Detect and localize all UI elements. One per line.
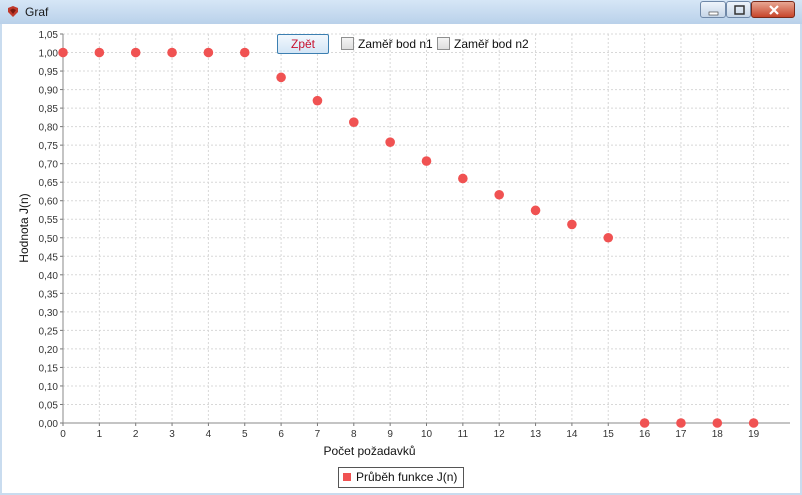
data-point — [748, 418, 759, 428]
y-tick-label: 0,15 — [39, 363, 59, 374]
y-tick-label: 0,50 — [39, 234, 59, 245]
x-axis-label: Počet požadavků — [323, 444, 415, 458]
data-point — [567, 219, 577, 230]
x-tick-label: 18 — [712, 429, 724, 440]
x-tick-label: 10 — [421, 429, 433, 440]
y-tick-label: 0,05 — [39, 400, 59, 411]
x-tick-label: 11 — [458, 429, 469, 440]
y-tick-label: 0,75 — [39, 141, 59, 152]
checkbox-n2-box[interactable] — [437, 37, 450, 50]
x-tick-label: 15 — [603, 429, 615, 440]
data-point — [349, 117, 359, 127]
data-point — [421, 156, 432, 166]
graph-window: Graf 0,00 0,05 0,10 0,15 0,20 0,25 0,30 0,35 0,4… — [0, 0, 802, 495]
data-point — [676, 418, 686, 428]
data-point — [603, 232, 614, 243]
y-tick-label: 0,25 — [39, 326, 59, 337]
data-point — [203, 47, 214, 58]
y-tick-label: 1,05 — [39, 30, 59, 41]
x-tick-label: 6 — [278, 429, 284, 440]
data-point — [167, 47, 177, 58]
x-tick-label: 1 — [97, 429, 103, 440]
x-tick-label: 13 — [530, 429, 542, 440]
y-tick-label: 0,10 — [39, 382, 59, 393]
y-tick-label: 0,85 — [39, 104, 59, 115]
x-tick-label: 12 — [494, 429, 506, 440]
y-tick-label: 1,00 — [39, 49, 59, 60]
data-point — [530, 205, 541, 216]
data-point — [712, 418, 723, 428]
x-tick-label: 17 — [675, 429, 687, 440]
y-tick-label: 0,20 — [39, 345, 59, 356]
y-tick-label: 0,80 — [39, 123, 59, 134]
data-point — [639, 418, 650, 428]
x-tick-label: 3 — [169, 429, 175, 440]
data-point — [385, 137, 395, 147]
y-tick-label: 0,70 — [39, 160, 59, 171]
y-axis-label: Hodnota J(n) — [17, 193, 31, 262]
x-tick-label: 19 — [748, 429, 760, 440]
y-tick-label: 0,60 — [39, 197, 59, 208]
x-tick-label: 4 — [206, 429, 212, 440]
data-point — [312, 95, 323, 106]
x-tick-label: 9 — [387, 429, 393, 440]
y-tick-label: 0,40 — [39, 271, 59, 282]
x-tick-label: 16 — [639, 429, 651, 440]
y-tick-label: 0,45 — [39, 252, 59, 263]
y-tick-label: 0,55 — [39, 215, 59, 226]
x-tick-label: 0 — [60, 429, 66, 440]
y-tick-label: 0,95 — [39, 67, 59, 78]
checkbox-focus-n1[interactable]: Zaměř bod n1 — [341, 34, 433, 54]
legend-label: Průběh funkce J(n) — [356, 470, 458, 484]
x-tick-label: 14 — [566, 429, 578, 440]
data-point — [276, 72, 286, 83]
y-tick-label: 0,30 — [39, 308, 59, 319]
checkbox-n1-box[interactable] — [341, 37, 354, 50]
data-point — [130, 47, 141, 58]
x-tick-label: 7 — [315, 429, 321, 440]
y-tick-label: 0,90 — [39, 86, 59, 97]
y-tick-label: 0,35 — [39, 289, 59, 300]
data-point — [94, 47, 105, 58]
x-tick-label: 8 — [351, 429, 357, 440]
data-point — [494, 189, 505, 200]
data-point — [458, 173, 468, 184]
y-tick-label: 0,65 — [39, 178, 59, 189]
x-tick-label: 5 — [242, 429, 248, 440]
y-tick-label: 0,00 — [39, 419, 59, 430]
back-button[interactable]: Zpět — [277, 34, 329, 54]
scatter-chart: 0,00 0,05 0,10 0,15 0,20 0,25 0,30 0,35 0,40 0,45… — [17, 30, 790, 458]
x-tick-label: 2 — [133, 429, 139, 440]
data-point — [58, 47, 68, 58]
data-point — [239, 47, 250, 58]
plot-area — [63, 34, 790, 423]
checkbox-focus-n2[interactable]: Zaměř bod n2 — [437, 34, 529, 54]
checkbox-n1-label: Zaměř bod n1 — [358, 37, 433, 51]
chart-legend: Průběh funkce J(n) — [338, 467, 464, 488]
checkbox-n2-label: Zaměř bod n2 — [454, 37, 529, 51]
legend-swatch — [343, 473, 351, 481]
